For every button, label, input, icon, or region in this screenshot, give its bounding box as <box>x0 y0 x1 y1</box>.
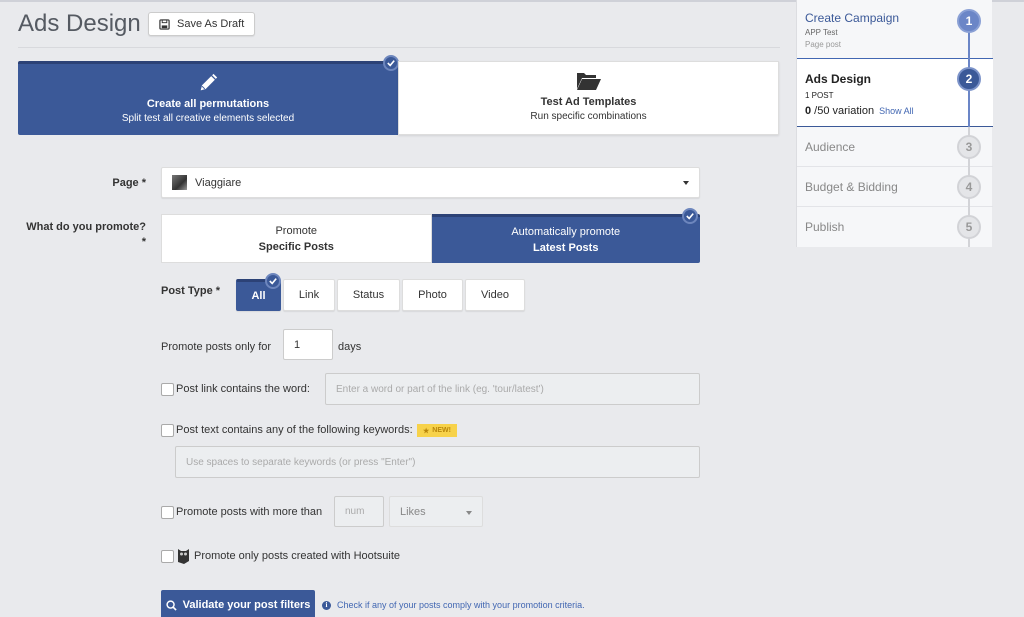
link-contains-input[interactable] <box>325 373 700 405</box>
show-all-link[interactable]: Show All <box>879 106 914 116</box>
hootsuite-owl-icon <box>178 549 189 564</box>
validate-post-filters-button[interactable]: Validate your post filters <box>161 590 315 617</box>
step-sub-app: APP Test <box>805 28 838 37</box>
link-contains-checkbox[interactable] <box>161 383 174 396</box>
hootsuite-label: Promote only posts created with Hootsuit… <box>194 550 401 562</box>
save-as-draft-button[interactable]: Save As Draft <box>148 12 256 36</box>
step-name: Create Campaign <box>805 11 900 25</box>
new-badge: ★ NEW! <box>417 424 457 437</box>
info-icon: i <box>322 600 331 610</box>
mode-title: Test Ad Templates <box>540 96 637 108</box>
promote-required: * <box>141 236 146 248</box>
option-line2: Specific Posts <box>258 240 334 253</box>
mode-subtitle: Split test all creative elements selecte… <box>121 113 295 124</box>
mode-create-all-permutations[interactable]: Create all permutations Split test all c… <box>18 61 398 135</box>
keywords-checkbox[interactable] <box>161 424 174 437</box>
promote-label-text: What do you promote? <box>26 221 146 233</box>
mode-subtitle: Run specific combinations <box>530 111 647 122</box>
variation-total: /50 variation <box>811 105 875 117</box>
variation-summary: 0 /50 variation Show All <box>805 105 914 117</box>
option-line2: Latest Posts <box>533 242 599 254</box>
step-sub-type: Page post <box>805 40 842 49</box>
keywords-label: Post text contains any of the following … <box>176 424 413 436</box>
folder-open-icon <box>576 73 601 90</box>
page-title: Ads Design <box>18 10 141 37</box>
floppy-disk-icon <box>159 18 170 30</box>
option-line1: Automatically promote <box>511 226 621 238</box>
promote-days-input[interactable] <box>283 329 333 360</box>
selected-check-icon <box>682 208 698 224</box>
promote-toggle-group: Promote Specific Posts Automatically pro… <box>161 214 700 263</box>
link-contains-label: Post link contains the word: <box>176 383 310 395</box>
new-badge-text: NEW! <box>432 427 451 434</box>
page-thumbnail <box>172 175 187 190</box>
step-name: Ads Design <box>805 72 872 86</box>
validate-hint: i Check if any of your posts comply with… <box>322 600 585 610</box>
step-name: Publish <box>805 220 845 234</box>
mode-test-ad-templates[interactable]: Test Ad Templates Run specific combinati… <box>398 61 779 135</box>
more-than-checkbox[interactable] <box>161 506 174 519</box>
step-post-count: 1 POST <box>805 91 834 100</box>
promote-latest-posts-option[interactable]: Automatically promote Latest Posts <box>431 214 700 263</box>
hootsuite-checkbox[interactable] <box>161 550 174 563</box>
step-number-1: 1 <box>957 9 981 33</box>
step-number-4: 4 <box>957 175 981 199</box>
save-as-draft-label: Save As Draft <box>177 18 245 30</box>
header-divider <box>18 47 780 48</box>
page-label: Page * <box>112 177 146 189</box>
more-than-label: Promote posts with more than <box>176 506 323 518</box>
page-select[interactable]: Viaggiare <box>161 167 700 198</box>
metric-select-value: Likes <box>400 505 426 518</box>
campaign-steps-sidebar: Create Campaign APP Test Page post Ads D… <box>796 0 993 247</box>
option-line1: Promote <box>275 224 318 237</box>
selected-check-icon <box>265 273 281 289</box>
star-icon: ★ <box>423 427 430 435</box>
validate-hint-text: Check if any of your posts comply with y… <box>337 600 585 610</box>
post-type-label: Post Type * <box>161 285 221 297</box>
post-type-video[interactable]: Video <box>465 279 525 311</box>
step-name: Audience <box>805 140 856 154</box>
caret-down-icon <box>683 181 689 185</box>
step-name: Budget & Bidding <box>805 180 898 194</box>
search-icon <box>165 599 177 611</box>
promote-days-suffix: days <box>338 341 362 353</box>
more-than-num-input[interactable] <box>334 496 384 527</box>
page-select-value: Viaggiare <box>195 176 242 189</box>
promote-days-prefix: Promote posts only for <box>161 341 272 353</box>
step-number-2: 2 <box>957 67 981 91</box>
promote-specific-posts-option[interactable]: Promote Specific Posts <box>161 214 432 263</box>
keywords-input[interactable] <box>175 446 700 478</box>
caret-down-icon <box>466 511 472 515</box>
mode-title: Create all permutations <box>146 98 270 110</box>
validate-label: Validate your post filters <box>182 599 311 611</box>
post-type-photo[interactable]: Photo <box>402 279 463 311</box>
step-number-3: 3 <box>957 135 981 159</box>
promote-label: What do you promote? * <box>26 220 146 250</box>
step-number-5: 5 <box>957 215 981 239</box>
metric-select[interactable]: Likes <box>389 496 483 527</box>
selected-check-icon <box>383 55 399 71</box>
pencil-icon <box>200 73 218 91</box>
post-type-link[interactable]: Link <box>283 279 335 311</box>
post-type-status[interactable]: Status <box>337 279 400 311</box>
